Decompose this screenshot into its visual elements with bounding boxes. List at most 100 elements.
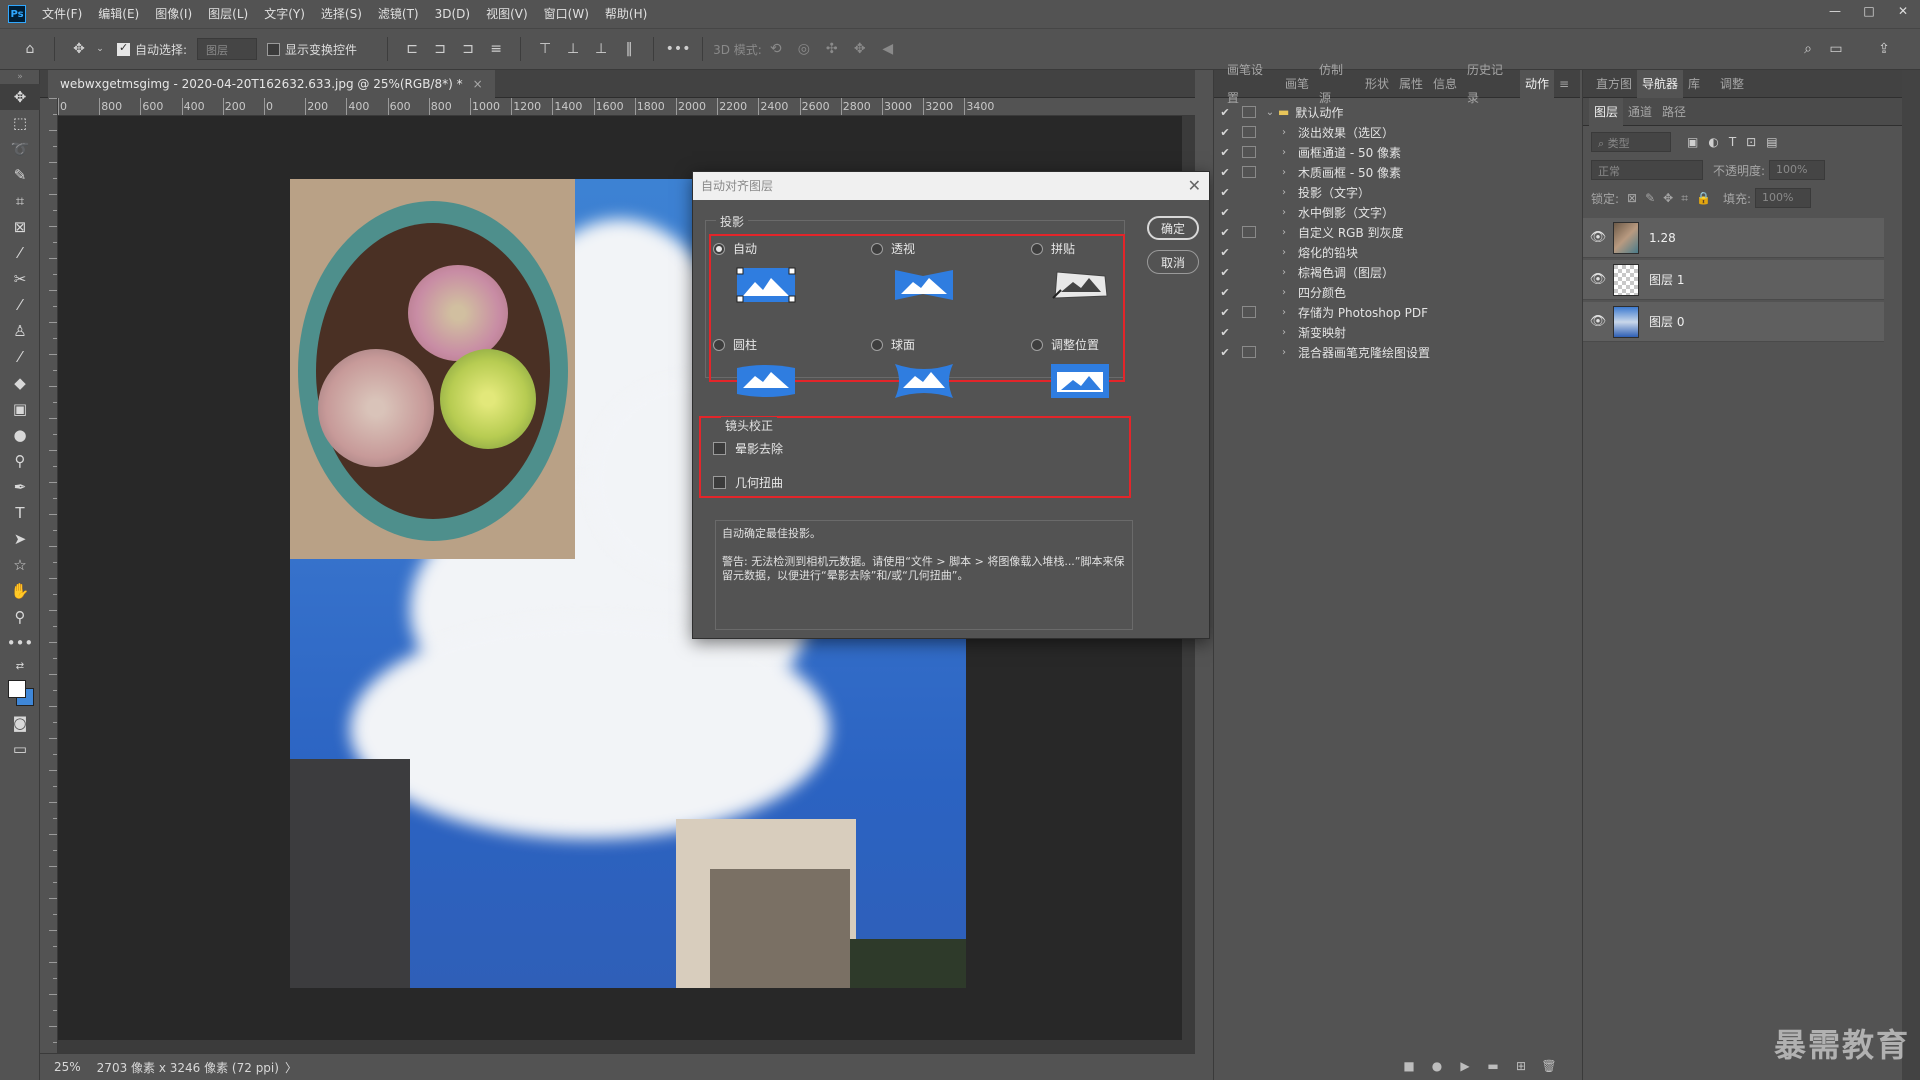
action-item[interactable]: ✔ › 棕褐色调（图层） [1214,262,1580,282]
dialog-toggle-icon[interactable] [1242,126,1256,138]
screen-mode-icon[interactable]: ▭ [0,736,40,762]
3d-slide-icon[interactable]: ✥ [848,37,872,61]
toggle-check-icon[interactable]: ✔ [1214,326,1236,339]
eye-icon[interactable]: 👁 [1583,230,1613,245]
collage-projection-icon[interactable] [1049,266,1111,304]
dialog-toggle-icon[interactable] [1242,166,1256,178]
toggle-check-icon[interactable]: ✔ [1214,206,1236,219]
quick-mask-icon[interactable]: ◙ [0,710,40,736]
action-item[interactable]: ✔ › 淡出效果（选区） [1214,122,1580,142]
layer-row[interactable]: 👁 图层 0 [1583,302,1884,342]
menu-view[interactable]: 视图(V) [478,0,536,28]
menu-window[interactable]: 窗口(W) [536,0,597,28]
collapse-icon[interactable]: » [0,70,40,84]
radio-auto[interactable]: 自动 [713,240,757,257]
toggle-check-icon[interactable]: ✔ [1214,226,1236,239]
expand-arrow-icon[interactable]: › [1276,147,1292,158]
swap-colors-icon[interactable]: ⇄ [0,656,40,676]
lock-all-icon[interactable]: 🔒 [1696,191,1711,205]
distribute-v-icon[interactable]: ‖ [617,37,641,61]
tab-history[interactable]: 历史记录 [1462,56,1520,112]
more-options-icon[interactable]: ••• [666,37,691,61]
toggle-check-icon[interactable]: ✔ [1214,106,1236,119]
tab-adjustments[interactable]: 调整 [1715,70,1749,98]
lock-pixels-icon[interactable]: ✎ [1645,191,1655,205]
tab-info[interactable]: 信息 [1428,70,1462,98]
toggle-check-icon[interactable]: ✔ [1214,186,1236,199]
distribute-h-icon[interactable]: ≡ [484,37,508,61]
expand-arrow-icon[interactable]: › [1276,187,1292,198]
close-window-button[interactable]: ✕ [1886,0,1920,22]
align-right-icon[interactable]: ⊐ [456,37,480,61]
expand-arrow-icon[interactable]: › [1276,167,1292,178]
toggle-check-icon[interactable]: ✔ [1214,286,1236,299]
filter-adjust-icon[interactable]: ◐ [1708,135,1718,149]
toggle-check-icon[interactable]: ✔ [1214,346,1236,359]
move-tool-icon[interactable]: ✥ [67,37,91,61]
expand-arrow-icon[interactable]: › [1276,227,1292,238]
3d-drag-icon[interactable]: ✣ [820,37,844,61]
share-icon[interactable]: ⇪ [1872,37,1896,61]
toggle-check-icon[interactable]: ✔ [1214,246,1236,259]
action-item[interactable]: ✔ › 自定义 RGB 到灰度 [1214,222,1580,242]
filter-pixel-icon[interactable]: ▣ [1687,135,1698,149]
tab-actions[interactable]: 动作 [1519,69,1554,98]
action-item[interactable]: ✔ › 水中倒影（文字） [1214,202,1580,222]
layer-row[interactable]: 👁 图层 1 [1583,260,1884,300]
dodge-tool-icon[interactable]: ⚲ [0,448,40,474]
tab-histogram[interactable]: 直方图 [1591,70,1637,98]
play-icon[interactable]: ▶ [1453,1059,1477,1073]
align-left-icon[interactable]: ⊏ [400,37,424,61]
expand-arrow-icon[interactable]: › [1276,327,1292,338]
spherical-projection-icon[interactable] [893,362,955,400]
expand-arrow-icon[interactable]: › [1276,207,1292,218]
tab-paths[interactable]: 路径 [1657,98,1691,126]
brush-tool-icon[interactable]: ⁄ [0,292,40,318]
new-action-icon[interactable]: ⊞ [1509,1059,1533,1073]
auto-select-dropdown[interactable]: 图层 [197,38,258,60]
3d-camera-icon[interactable]: ◀ [876,37,900,61]
menu-select[interactable]: 选择(S) [313,0,370,28]
expand-arrow-icon[interactable]: › [1276,307,1292,318]
lock-artboard-icon[interactable]: ⌗ [1681,191,1688,206]
expand-arrow-icon[interactable]: › [1276,247,1292,258]
record-icon[interactable]: ● [1425,1059,1449,1073]
stamp-tool-icon[interactable]: ♙ [0,318,40,344]
menu-3d[interactable]: 3D(D) [427,0,478,28]
close-tab-icon[interactable]: × [473,70,483,98]
eye-icon[interactable]: 👁 [1583,314,1613,329]
dialog-toggle-icon[interactable] [1242,266,1256,278]
dialog-toggle-icon[interactable] [1242,226,1256,238]
menu-help[interactable]: 帮助(H) [597,0,655,28]
shape-tool-icon[interactable]: ☆ [0,552,40,578]
align-center-h-icon[interactable]: ⊐ [428,37,452,61]
healing-tool-icon[interactable]: ✂ [0,266,40,292]
tab-layers[interactable]: 图层 [1589,97,1624,126]
align-top-icon[interactable]: ⊤ [533,37,557,61]
radio-spherical[interactable]: 球面 [871,336,915,353]
blur-tool-icon[interactable]: ● [0,422,40,448]
panel-scrollbar[interactable] [1902,70,1920,1080]
tab-channels[interactable]: 通道 [1623,98,1657,126]
menu-layer[interactable]: 图层(L) [200,0,256,28]
radio-reposition[interactable]: 调整位置 [1031,336,1099,353]
tab-brushes[interactable]: 画笔 [1280,70,1314,98]
dialog-toggle-icon[interactable] [1242,206,1256,218]
menu-type[interactable]: 文字(Y) [256,0,313,28]
menu-edit[interactable]: 编辑(E) [90,0,147,28]
succulent-photo-layer[interactable] [290,179,575,559]
pen-tool-icon[interactable]: ✒ [0,474,40,500]
action-item[interactable]: ✔ › 木质画框 - 50 像素 [1214,162,1580,182]
toggle-check-icon[interactable]: ✔ [1214,126,1236,139]
maximize-button[interactable]: □ [1852,0,1886,22]
lock-transparency-icon[interactable]: ⊠ [1627,191,1637,205]
expand-arrow-icon[interactable]: › [1276,127,1292,138]
expand-arrow-icon[interactable]: › [1276,267,1292,278]
dialog-toggle-icon[interactable] [1242,346,1256,358]
action-item[interactable]: ✔ › 熔化的铅块 [1214,242,1580,262]
blend-mode-dropdown[interactable]: 正常 [1591,160,1703,180]
lasso-tool-icon[interactable]: ➰ [0,136,40,162]
dialog-toggle-icon[interactable] [1242,106,1256,118]
more-tools-icon[interactable]: ••• [0,630,40,656]
action-item[interactable]: ✔ › 混合器画笔克隆绘图设置 [1214,342,1580,362]
